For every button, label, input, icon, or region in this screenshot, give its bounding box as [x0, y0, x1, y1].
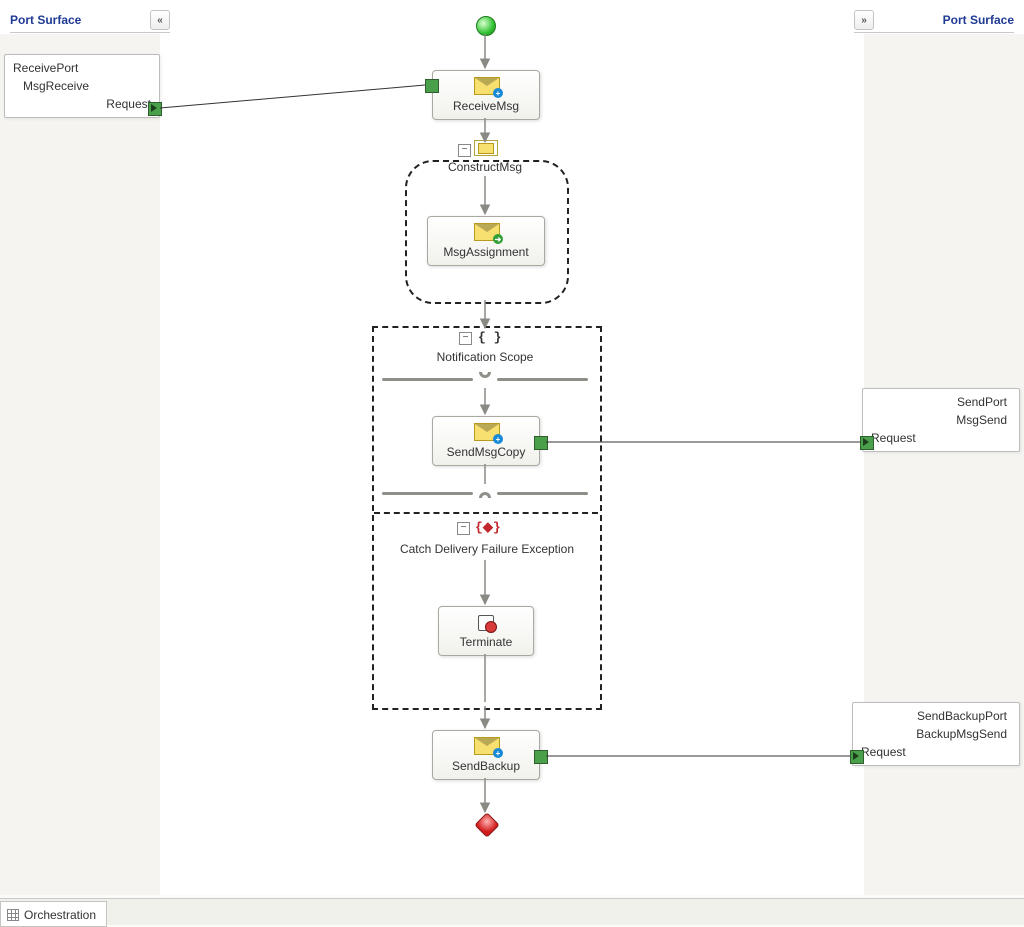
port-surface-right-title: Port Surface — [943, 13, 1014, 27]
scope-icon: { } — [478, 330, 501, 345]
collapse-left-port-surface-button[interactable]: « — [150, 10, 170, 30]
send-backup-port-shape[interactable]: SendBackupPort BackupMsgSend Request — [852, 702, 1020, 766]
exception-icon: {◆} — [475, 520, 501, 535]
port-part: Request — [13, 97, 151, 111]
construct-scope-label: ConstructMsg — [405, 160, 565, 174]
receive-badge-icon: + — [493, 88, 503, 98]
shape-label: Terminate — [439, 633, 533, 655]
send-badge-icon: + — [493, 748, 503, 758]
port-name: SendPort — [871, 395, 1007, 409]
orchestration-tab-label: Orchestration — [24, 908, 96, 922]
port-part: Request — [861, 745, 1011, 759]
receive-port-connector[interactable] — [148, 102, 162, 116]
send-backup-shape[interactable]: + SendBackup — [432, 730, 540, 780]
port-part: Request — [871, 431, 1011, 445]
port-operation: MsgSend — [871, 413, 1007, 427]
scope-bottom-bracket — [382, 486, 588, 500]
send-shape-out-connector[interactable] — [534, 436, 548, 450]
send-port-shape[interactable]: SendPort MsgSend Request — [862, 388, 1020, 452]
send-backup-port-connector[interactable] — [850, 750, 864, 764]
orchestration-end[interactable] — [474, 812, 499, 837]
left-port-surface — [0, 34, 160, 895]
shape-label: ReceiveMsg — [433, 97, 539, 119]
collapse-right-port-surface-button[interactable]: » — [854, 10, 874, 30]
envelope-icon: + — [474, 77, 500, 95]
shape-label: SendMsgCopy — [433, 443, 539, 465]
port-name: SendBackupPort — [861, 709, 1007, 723]
send-backup-shape-out-connector[interactable] — [534, 750, 548, 764]
collapse-catch-block-button[interactable]: − — [457, 522, 470, 535]
orchestration-start[interactable] — [476, 16, 496, 36]
port-operation: MsgReceive — [23, 79, 151, 93]
message-assignment-shape[interactable]: ➜ MsgAssignment — [427, 216, 545, 266]
port-surface-left-title: Port Surface — [10, 13, 81, 27]
designer-tab-strip: Orchestration — [0, 898, 1024, 925]
send-port-connector[interactable] — [860, 436, 874, 450]
envelope-icon: ➜ — [474, 223, 500, 241]
scope-top-bracket — [382, 372, 588, 386]
terminate-icon — [477, 613, 495, 631]
catch-block-label: Catch Delivery Failure Exception — [392, 542, 582, 556]
port-surface-right-header: » Port Surface — [854, 8, 1014, 33]
envelope-icon: + — [474, 423, 500, 441]
receive-port-shape[interactable]: ReceivePort MsgReceive Request — [4, 54, 160, 118]
assignment-badge-icon: ➜ — [493, 234, 503, 244]
scope-label: Notification Scope — [405, 350, 565, 364]
terminate-shape[interactable]: Terminate — [438, 606, 534, 656]
send-shape[interactable]: + SendMsgCopy — [432, 416, 540, 466]
port-surface-left-header: Port Surface « — [10, 8, 170, 33]
receive-shape-in-connector[interactable] — [425, 79, 439, 93]
collapse-scope-button[interactable]: − — [459, 332, 472, 345]
construct-message-icon — [474, 140, 498, 156]
receive-shape[interactable]: + ReceiveMsg — [432, 70, 540, 120]
shape-label: MsgAssignment — [428, 243, 544, 265]
port-name: ReceivePort — [13, 61, 151, 75]
envelope-icon: + — [474, 737, 500, 755]
collapse-construct-scope-button[interactable]: − — [458, 144, 471, 157]
port-operation: BackupMsgSend — [861, 727, 1007, 741]
orchestration-tab[interactable]: Orchestration — [0, 901, 107, 927]
orchestration-designer-canvas[interactable]: Port Surface « » Port Surface ReceivePor… — [0, 0, 1024, 895]
scope-separator — [374, 512, 598, 514]
orchestration-tab-icon — [7, 909, 19, 921]
shape-label: SendBackup — [433, 757, 539, 779]
send-badge-icon: + — [493, 434, 503, 444]
